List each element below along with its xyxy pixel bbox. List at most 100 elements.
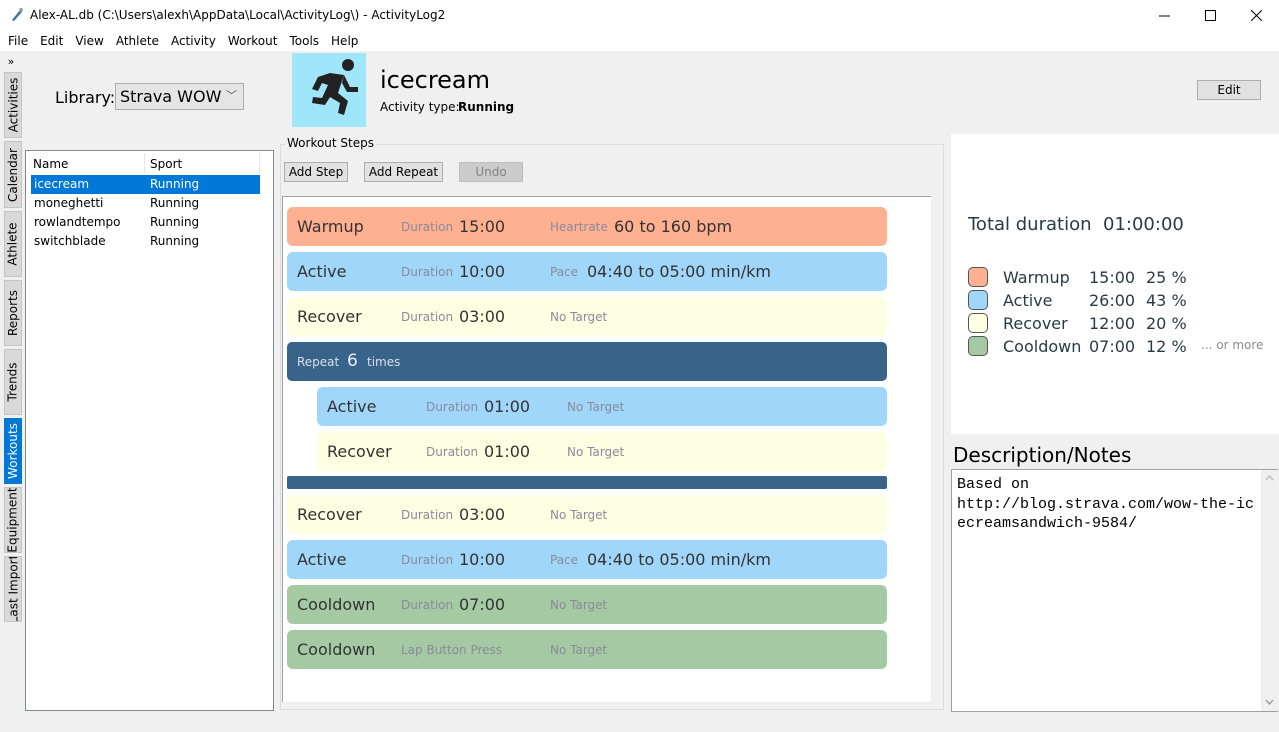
list-item[interactable]: rowlandtempo Running [31, 213, 260, 232]
tab-trends[interactable]: Trends [4, 349, 22, 415]
step-recover[interactable]: Recover Duration 01:00 No Target [317, 432, 887, 471]
target-label: Pace [550, 553, 579, 567]
target-value: 04:40 to 05:00 min/km [587, 550, 771, 569]
tab-workouts[interactable]: Workouts [4, 418, 22, 484]
workout-steps-title: Workout Steps [285, 136, 376, 150]
chevron-down-icon: ﹀ [226, 89, 237, 102]
description-title: Description/Notes [953, 443, 1132, 467]
close-button[interactable] [1233, 0, 1279, 31]
side-tabs-toggle[interactable]: » [3, 55, 19, 69]
step-type: Warmup [297, 217, 364, 236]
tab-calendar[interactable]: Calendar [4, 141, 22, 208]
duration-value: 10:00 [459, 262, 506, 281]
add-repeat-button[interactable]: Add Repeat [364, 162, 443, 182]
repeat-block-footer [287, 476, 887, 489]
duration-label: Duration [426, 400, 479, 414]
row-sport: Running [150, 196, 200, 210]
legend-swatch-recover [968, 313, 988, 333]
duration-label: Duration [401, 265, 454, 279]
list-item[interactable]: switchblade Running [31, 232, 260, 251]
tab-reports[interactable]: Reports [4, 280, 22, 346]
add-step-button[interactable]: Add Step [284, 162, 348, 182]
tab-label: Athlete [6, 222, 20, 266]
minimize-icon [1158, 15, 1170, 17]
tab-label: Trends [6, 362, 20, 402]
target-label: No Target [550, 310, 608, 324]
legend-name: Recover [1003, 314, 1068, 333]
maximize-button[interactable] [1187, 0, 1233, 31]
duration-label: Duration [401, 508, 454, 522]
step-active[interactable]: Active Duration 01:00 No Target [317, 387, 887, 426]
tab-label: Last Import [6, 556, 21, 622]
activity-type-label: Activity type: [380, 100, 460, 114]
repeat-label: Repeat [297, 355, 340, 369]
duration-value: 07:00 [459, 595, 506, 614]
column-divider[interactable] [259, 153, 260, 173]
duration-value: 03:00 [459, 505, 506, 524]
menu-help[interactable]: Help [325, 31, 364, 51]
tab-label: Equipment [6, 487, 21, 553]
minimize-button[interactable] [1141, 0, 1187, 31]
total-duration-label: Total duration [968, 214, 1092, 235]
target-label: No Target [550, 508, 608, 522]
column-header-name[interactable]: Name [33, 154, 68, 174]
repeat-count: 6 [347, 351, 358, 371]
menu-view[interactable]: View [69, 31, 109, 51]
list-item[interactable]: moneghetti Running [31, 194, 260, 213]
step-recover[interactable]: Recover Duration 03:00 No Target [287, 297, 887, 336]
step-type: Cooldown [297, 640, 376, 659]
maximize-icon [1204, 10, 1216, 21]
target-label: No Target [567, 400, 625, 414]
row-name: moneghetti [34, 196, 104, 210]
target-label: Pace [550, 265, 579, 279]
column-header-sport[interactable]: Sport [150, 154, 182, 174]
row-name: rowlandtempo [34, 215, 121, 229]
undo-button[interactable]: Undo [459, 162, 523, 182]
step-active[interactable]: Active Duration 10:00 Pace 04:40 to 05:0… [287, 252, 887, 291]
tab-equipment[interactable]: Equipment [4, 487, 22, 553]
step-type: Active [297, 262, 347, 281]
step-recover[interactable]: Recover Duration 03:00 No Target [287, 495, 887, 534]
column-divider[interactable] [144, 153, 145, 173]
legend-pct: 12 % [1146, 337, 1187, 356]
legend-time: 07:00 [1089, 337, 1136, 356]
step-active[interactable]: Active Duration 10:00 Pace 04:40 to 05:0… [287, 540, 887, 579]
legend-pct: 25 % [1146, 268, 1187, 287]
library-select[interactable]: Strava WOW ﹀ [115, 83, 244, 110]
legend-time: 26:00 [1089, 291, 1136, 310]
row-name: icecream [34, 177, 90, 191]
duration-label: Duration [401, 598, 454, 612]
duration-label: Duration [401, 220, 454, 234]
menu-tools[interactable]: Tools [283, 31, 325, 51]
menu-file[interactable]: File [2, 31, 34, 51]
menu-edit[interactable]: Edit [34, 31, 69, 51]
step-cooldown[interactable]: Cooldown Duration 07:00 No Target [287, 585, 887, 624]
library-label: Library: [55, 88, 116, 107]
step-type: Active [327, 397, 377, 416]
tab-label: Reports [6, 289, 20, 337]
activity-type-value: Running [458, 100, 515, 114]
menu-workout[interactable]: Workout [222, 31, 284, 51]
row-sport: Running [150, 215, 200, 229]
repeat-block-header[interactable]: Repeat 6 times [287, 342, 887, 381]
repeat-suffix: times [367, 355, 401, 369]
step-type: Cooldown [297, 595, 376, 614]
list-item[interactable]: icecream Running [31, 175, 260, 194]
tab-last-import[interactable]: Last Import [4, 556, 22, 622]
duration-value: 15:00 [459, 217, 506, 236]
menu-athlete[interactable]: Athlete [110, 31, 165, 51]
workout-list[interactable]: Name Sport icecream Running moneghetti Run… [25, 150, 274, 711]
row-sport: Running [150, 234, 200, 248]
target-value: 04:40 to 05:00 min/km [587, 262, 771, 281]
target-label: No Target [567, 445, 625, 459]
tab-label: Calendar [6, 147, 20, 202]
description-text[interactable]: Based on http://blog.strava.com/wow-the-… [957, 475, 1257, 534]
tab-activities[interactable]: Activities [4, 72, 22, 138]
duration-value: 03:00 [459, 307, 506, 326]
edit-button[interactable]: Edit [1197, 80, 1261, 100]
description-scrollbar[interactable] [1261, 470, 1278, 711]
menu-activity[interactable]: Activity [165, 31, 222, 51]
step-cooldown[interactable]: Cooldown Lap Button Press No Target [287, 630, 887, 669]
step-warmup[interactable]: Warmup Duration 15:00 Heartrate 60 to 16… [287, 207, 887, 246]
tab-athlete[interactable]: Athlete [4, 211, 22, 277]
